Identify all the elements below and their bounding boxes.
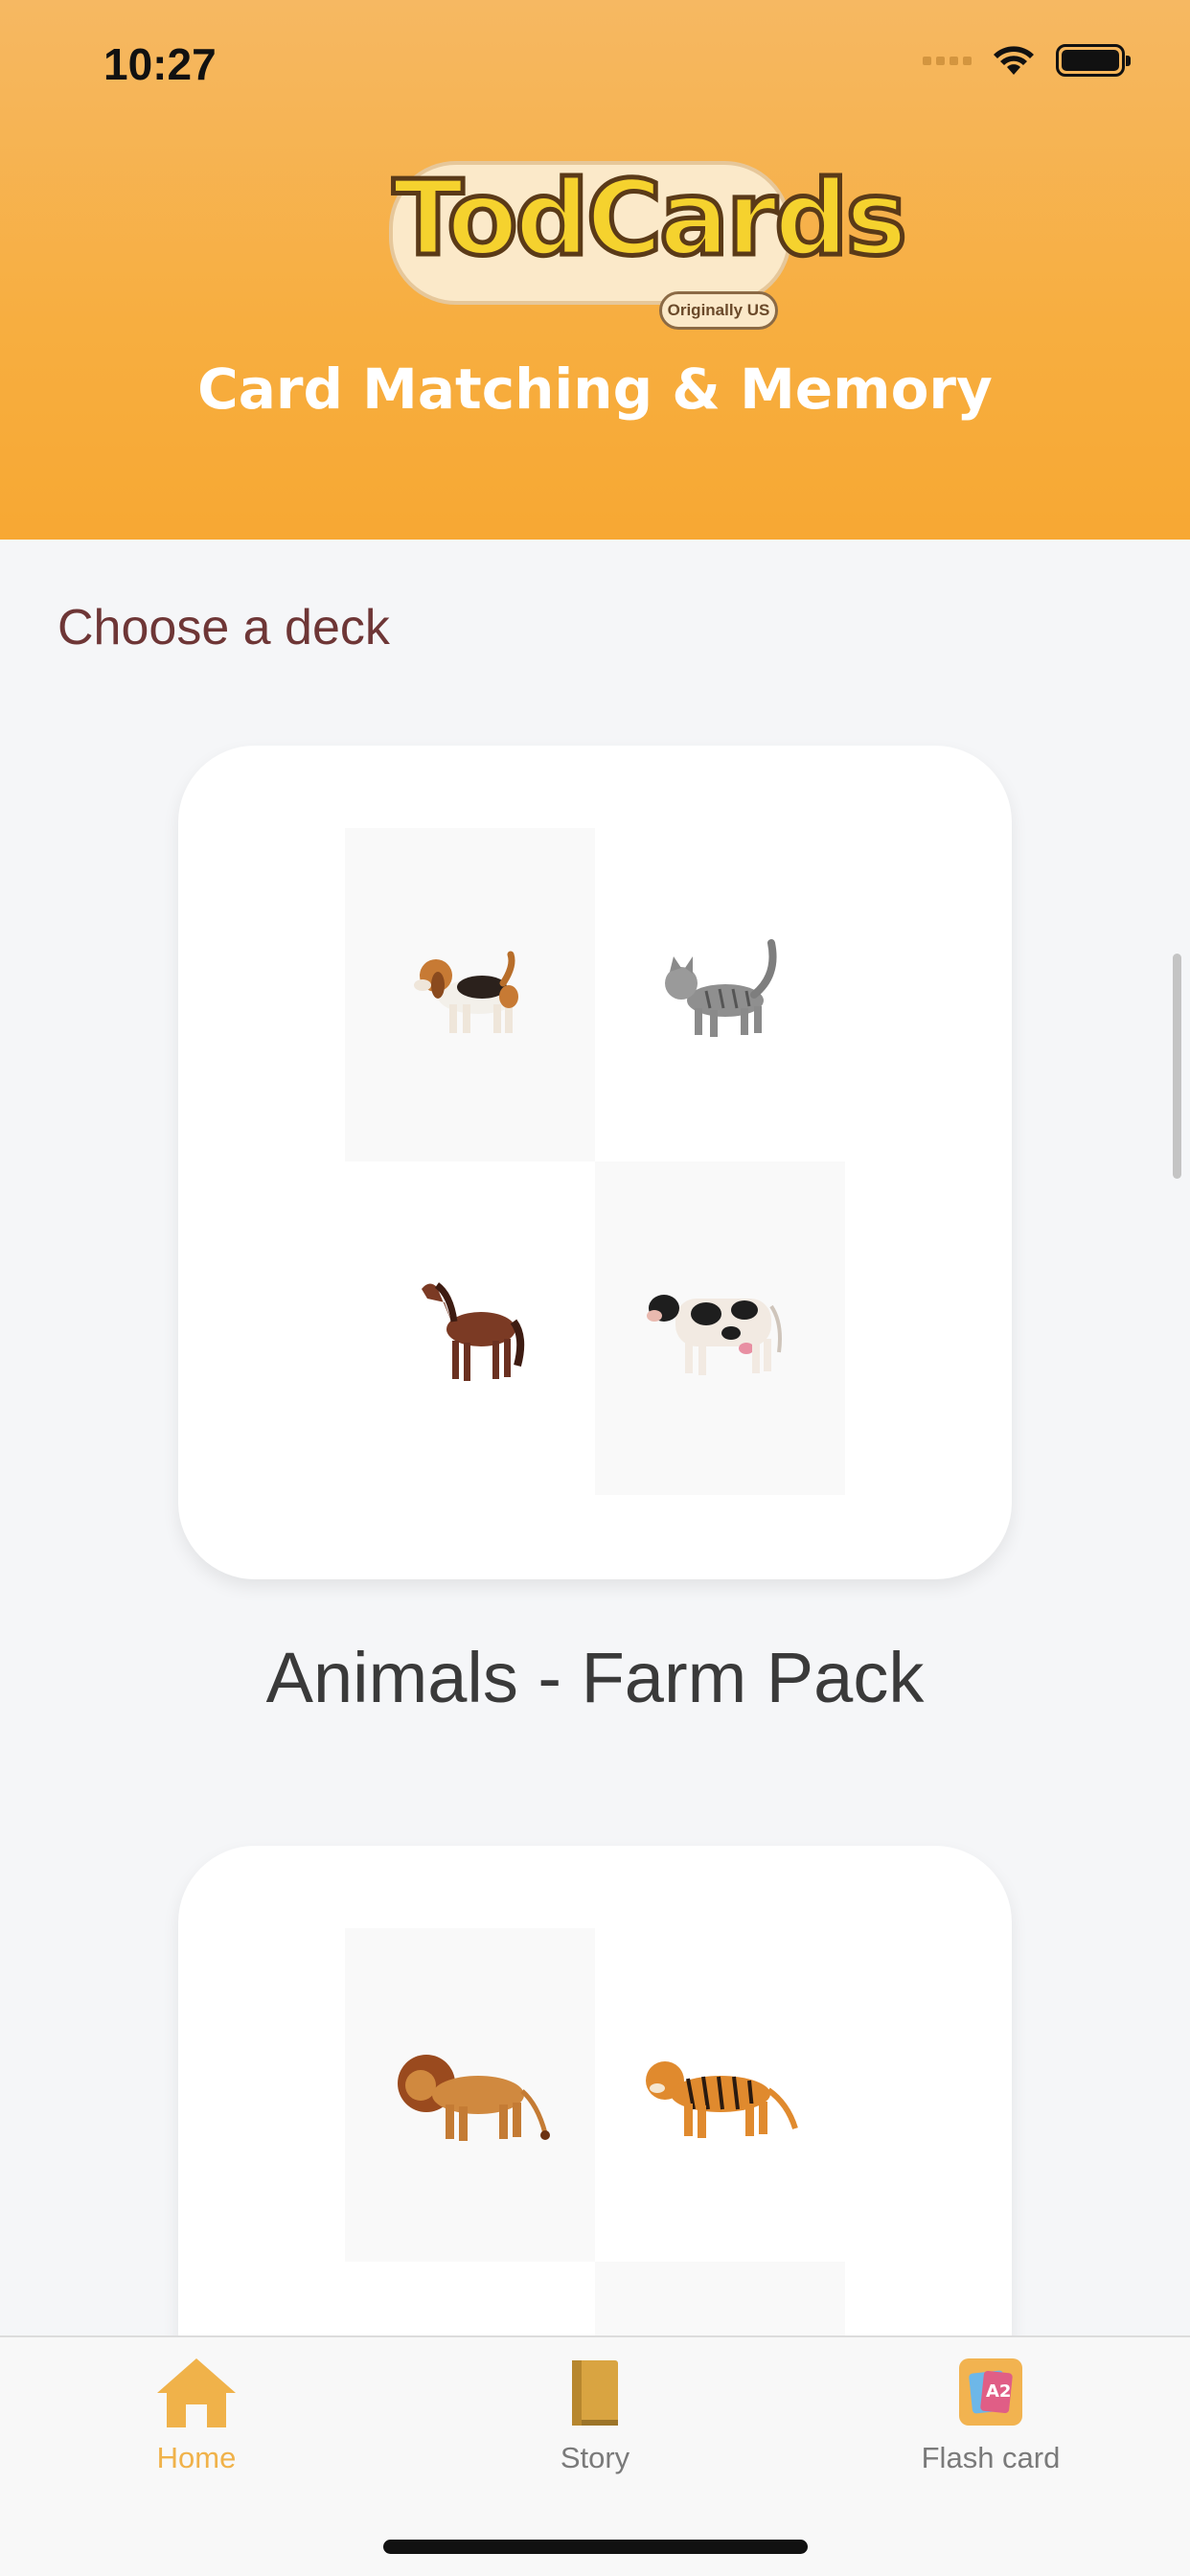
tiger-icon [645, 2061, 798, 2138]
flash-card-icon: A2 [959, 2358, 1022, 2426]
tile-dog [345, 828, 595, 1162]
tab-home[interactable]: Home [53, 2337, 340, 2529]
cat-icon [664, 939, 776, 1037]
deck-card-farm[interactable] [178, 746, 1012, 1579]
tile-horse [345, 1162, 595, 1495]
app-header: 10:27 TodCards Originally US Card Matchi… [0, 0, 1190, 540]
dog-icon [413, 951, 518, 1033]
tile-lion [345, 1928, 595, 2262]
horse-icon [421, 1282, 524, 1381]
scrollbar[interactable] [1173, 954, 1181, 1179]
wifi-icon [994, 46, 1034, 75]
status-icons [923, 44, 1131, 77]
tab-story[interactable]: Story [451, 2337, 739, 2529]
home-indicator[interactable] [383, 2540, 808, 2554]
svg-text:A2: A2 [986, 2381, 1011, 2402]
battery-icon [1056, 44, 1131, 77]
cow-icon [646, 1295, 782, 1375]
lion-icon [397, 2055, 550, 2141]
app-subtitle: Card Matching & Memory [197, 356, 993, 422]
home-icon [157, 2358, 236, 2427]
tile-cow [595, 1162, 845, 1495]
tab-flash-card[interactable]: A2 Flash card [847, 2337, 1134, 2529]
tile-tiger [595, 1928, 845, 2262]
status-time: 10:27 [103, 39, 217, 89]
book-icon [572, 2360, 618, 2426]
deck-title[interactable]: Animals - Farm Pack [0, 1637, 1190, 1718]
tile-cat [595, 828, 845, 1162]
section-title: Choose a deck [57, 600, 390, 656]
cellular-signal-icon [923, 56, 972, 65]
todcards-logo: TodCards Originally US [383, 151, 909, 334]
